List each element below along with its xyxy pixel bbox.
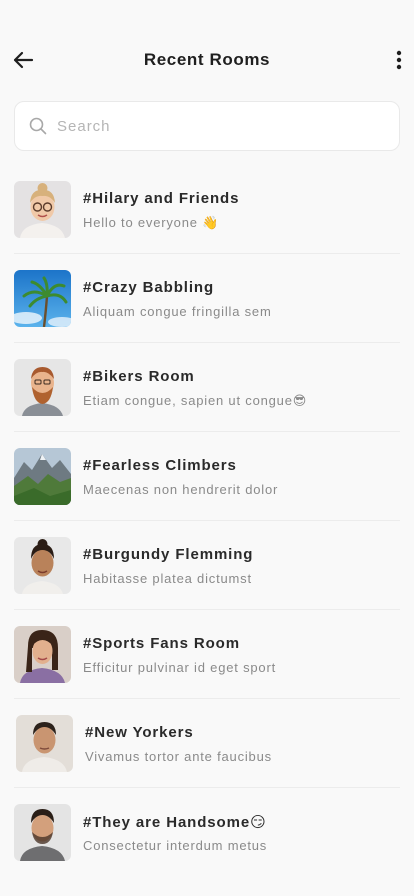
room-last-message: Efficitur pulvinar id eget sport bbox=[83, 660, 276, 675]
room-last-message: Hello to everyone 👋 bbox=[83, 215, 220, 230]
room-avatar-they-are-handsome bbox=[14, 804, 71, 861]
top-bar: Recent Rooms bbox=[0, 40, 414, 80]
room-name: #Crazy Babbling bbox=[83, 279, 215, 296]
room-name: #Fearless Climbers bbox=[83, 457, 237, 474]
room-item[interactable]: #Fearless Climbers Maecenas non hendreri… bbox=[14, 432, 400, 521]
room-item[interactable]: #Bikers Room Etiam congue, sapien ut con… bbox=[14, 343, 400, 432]
room-item[interactable]: #Hilary and Friends Hello to everyone 👋 bbox=[14, 165, 400, 254]
room-avatar-hilary-and-friends bbox=[14, 181, 71, 238]
more-options-button[interactable] bbox=[392, 48, 406, 72]
room-name: #Burgundy Flemming bbox=[83, 546, 254, 563]
room-avatar-burgundy-flemming bbox=[14, 537, 71, 594]
room-last-message: Vivamus tortor ante faucibus bbox=[85, 749, 272, 764]
more-vertical-icon bbox=[396, 50, 402, 70]
search-icon bbox=[29, 117, 47, 135]
room-last-message: Habitasse platea dictumst bbox=[83, 571, 252, 586]
room-last-message: Consectetur interdum metus bbox=[83, 838, 268, 853]
search-input[interactable] bbox=[57, 111, 357, 141]
page-title: Recent Rooms bbox=[143, 50, 271, 69]
room-item[interactable]: #Burgundy Flemming Habitasse platea dict… bbox=[14, 521, 400, 610]
room-item[interactable]: #Sports Fans Room Efficitur pulvinar id … bbox=[14, 610, 400, 699]
room-avatar-crazy-babbling bbox=[14, 270, 71, 327]
room-name: #Sports Fans Room bbox=[83, 635, 240, 652]
room-name: #Bikers Room bbox=[83, 368, 195, 385]
room-last-message: Etiam congue, sapien ut congue😎 bbox=[83, 393, 308, 408]
room-avatar-new-yorkers bbox=[16, 715, 73, 772]
search-bar[interactable] bbox=[14, 101, 400, 151]
room-item[interactable]: #New Yorkers Vivamus tortor ante faucibu… bbox=[14, 699, 400, 788]
room-name: #New Yorkers bbox=[85, 724, 194, 741]
room-item[interactable]: #Crazy Babbling Aliquam congue fringilla… bbox=[14, 254, 400, 343]
room-avatar-bikers-room bbox=[14, 359, 71, 416]
room-name: #They are Handsome😏 bbox=[83, 814, 267, 831]
room-name: #Hilary and Friends bbox=[83, 190, 240, 207]
room-avatar-fearless-climbers bbox=[14, 448, 71, 505]
room-last-message: Maecenas non hendrerit dolor bbox=[83, 482, 279, 497]
room-avatar-sports-fans-room bbox=[14, 626, 71, 683]
room-item[interactable]: #They are Handsome😏 Consectetur interdum… bbox=[14, 788, 400, 877]
room-list: #Hilary and Friends Hello to everyone 👋 … bbox=[0, 165, 414, 877]
room-last-message: Aliquam congue fringilla sem bbox=[83, 304, 272, 319]
